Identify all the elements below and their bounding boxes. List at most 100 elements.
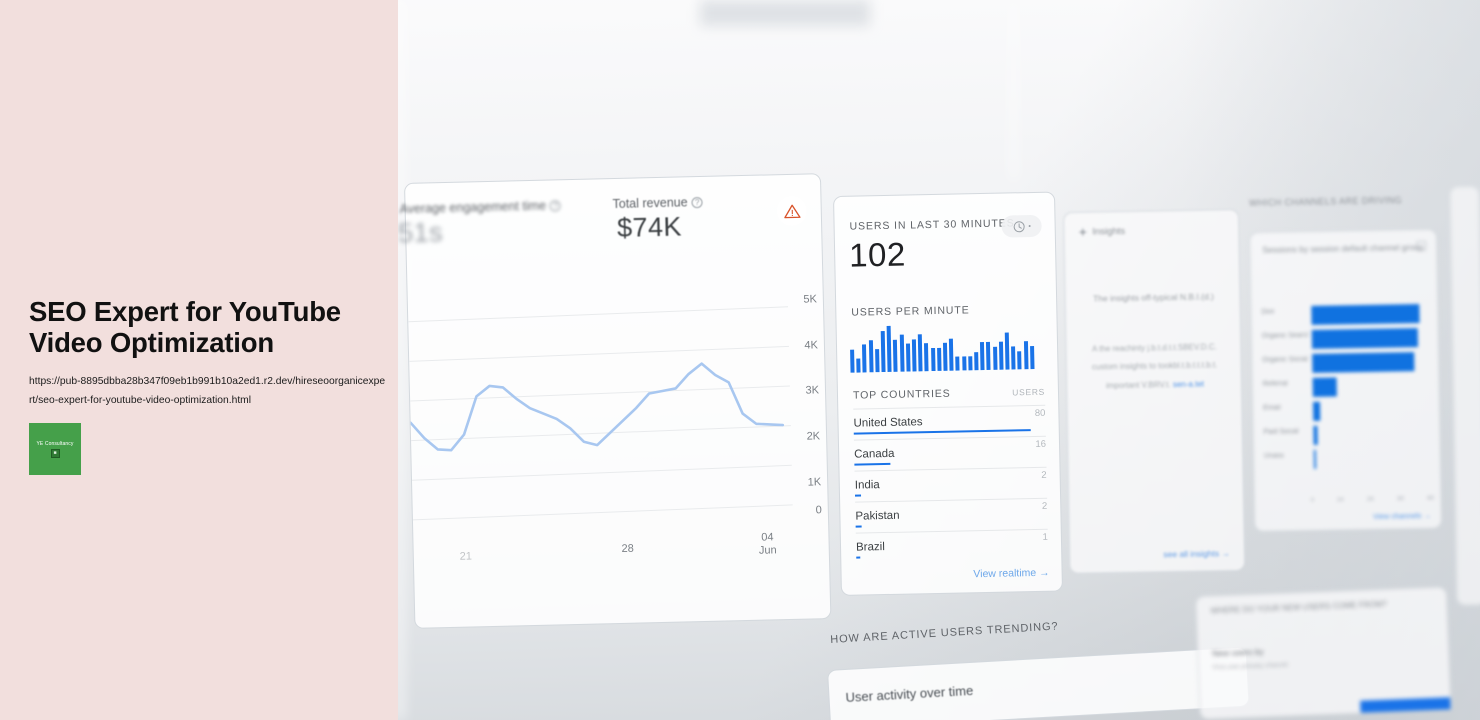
country-name: India [854, 479, 880, 492]
country-name: Canada [854, 447, 895, 461]
realtime-card: USERS IN LAST 30 MINUTES 102 USERS PER M… [833, 191, 1063, 596]
country-users-value: 80 [1034, 407, 1046, 419]
active-users-trending-heading: HOW ARE ACTIVE USERS TRENDING? [830, 620, 1059, 646]
engagement-label: Average engagement time? [399, 198, 562, 216]
right-edge-card [1449, 185, 1480, 606]
x-tick-28: 28 [621, 542, 634, 555]
realtime-chip[interactable] [1001, 214, 1042, 238]
top-countries-list: United States 80 Canada 16 India 2 Pakistan 2 Br… [853, 404, 1049, 564]
channel-bar [1313, 449, 1317, 469]
new-users-subtitle2: First user primary channel [1212, 661, 1288, 672]
channel-bars-title: Sessions by session default channel grou… [1262, 241, 1424, 255]
country-name: Pakistan [855, 509, 900, 523]
channel-bar-label: Paid Social [1263, 428, 1299, 436]
users-per-minute-caption: USERS PER MINUTE [851, 304, 970, 319]
users-per-minute-bar [856, 358, 861, 373]
country-row[interactable]: India 2 [854, 466, 1048, 502]
users-per-minute-bar [968, 356, 973, 371]
y-tick-2k: 2K [806, 430, 821, 443]
channel-bars-link[interactable]: View channels → [1373, 511, 1431, 521]
users-per-minute-bar [986, 342, 991, 370]
channel-bar-row: Organic Social [1262, 350, 1428, 377]
channel-bar-label: Dire [1261, 308, 1275, 316]
y-tick-0: 0 [815, 504, 822, 517]
y-tick-1k: 1K [807, 476, 822, 489]
channel-bar [1311, 328, 1418, 349]
country-bar [854, 462, 891, 466]
y-tick-3k: 3K [805, 384, 820, 397]
users-per-minute-bar [911, 339, 917, 372]
top-countries-header: TOP COUNTRIES USERS [853, 386, 1045, 402]
users-per-minute-bar [949, 338, 954, 371]
users-per-minute-bar [862, 344, 867, 373]
users-per-minute-bar [961, 356, 967, 371]
insights-footer-link[interactable]: see all insights → [1163, 548, 1230, 559]
channel-bar [1312, 401, 1321, 421]
users-per-minute-bar [998, 342, 1004, 370]
country-users-value: 1 [1042, 531, 1049, 543]
country-row[interactable]: United States 80 [853, 404, 1046, 440]
alert-button[interactable] [776, 195, 808, 227]
screen-top-band [700, 0, 870, 26]
channel-axis-tick: 1K [1336, 496, 1345, 504]
channel-bar-row: Dire [1261, 302, 1427, 329]
channel-bar [1313, 425, 1319, 445]
channel-axis-tick: 3K [1396, 495, 1405, 503]
new-users-card: WHERE DO YOUR NEW USERS COME FROM? New u… [1195, 586, 1452, 720]
user-activity-title: User activity over time [845, 682, 974, 705]
channel-bar-row: Unass [1264, 446, 1430, 473]
users-per-minute-bar [980, 342, 985, 371]
users-per-minute-bar [942, 343, 948, 371]
sparkle-icon [1078, 227, 1088, 237]
insights-card: Insights The insights off-typical N.B.I.… [1063, 208, 1246, 574]
insights-subtext: A the reachinty j.b.t.d.t.t.SBEV.D.C. cu… [1082, 338, 1227, 396]
x-tick-21: 21 [459, 550, 473, 563]
users-per-minute-bar [868, 340, 874, 373]
users-per-minute-bar [880, 330, 886, 373]
channel-bar-label: Referral [1262, 380, 1288, 388]
users-per-minute-bar [992, 346, 998, 370]
logo-mark-icon: ■ [50, 448, 60, 458]
panel-seam [1010, 0, 1017, 180]
gear-icon[interactable] [1416, 240, 1427, 252]
screenshot-stage: Average engagement time? 51s Total reven… [0, 0, 1480, 720]
channel-bar [1312, 352, 1415, 373]
users-per-minute-bar [1029, 345, 1035, 370]
users-per-minute-bar [893, 339, 898, 372]
channel-bar-label: Organic Search [1261, 331, 1308, 340]
channel-bars-card: Sessions by session default channel grou… [1249, 228, 1443, 532]
country-row[interactable]: Pakistan 2 [855, 497, 1048, 533]
warning-triangle-icon [783, 204, 801, 218]
channels-section-heading: WHICH CHANNELS ARE DRIVING [1249, 195, 1403, 208]
users-per-minute-bar [1023, 341, 1029, 370]
revenue-value: $74K [616, 211, 683, 243]
view-realtime-link[interactable]: View realtime → [973, 567, 1049, 581]
info-icon[interactable]: ? [691, 196, 703, 209]
users-per-minute-bar [936, 347, 942, 371]
insights-inline-link[interactable]: sen-a.tet [1173, 379, 1204, 389]
new-users-title: WHERE DO YOUR NEW USERS COME FROM? [1210, 599, 1387, 616]
channel-bar-label: Unass [1263, 452, 1284, 460]
country-row[interactable]: Brazil 1 [855, 528, 1049, 564]
x-tick-04-jun: 04 Jun [758, 531, 777, 557]
channel-bars-area: Dire Organic Search Organic Social Referral… [1261, 302, 1430, 487]
users-per-minute-bar [886, 325, 892, 372]
users-per-minute-bar [874, 349, 880, 373]
info-icon[interactable]: ? [549, 200, 562, 212]
users-per-minute-bar [1004, 332, 1010, 370]
channel-bars-axis: 0 1K 2K 3K 4K [1311, 495, 1435, 504]
engagement-value: 51s [397, 217, 444, 249]
channel-bar-row: Email [1263, 398, 1429, 425]
insights-header: Insights [1078, 226, 1125, 238]
users-last-30-value: 102 [848, 235, 907, 274]
channel-bar-row: Paid Social [1263, 422, 1429, 449]
country-bar [856, 556, 861, 559]
users-per-minute-bar [1011, 346, 1016, 370]
country-bar [855, 525, 862, 528]
channel-axis-tick: 2K [1366, 495, 1375, 503]
channel-axis-tick: 4K [1426, 494, 1435, 502]
left-info-panel: SEO Expert for YouTube Video Optimizatio… [0, 0, 398, 720]
channel-bar-label: Email [1263, 404, 1281, 412]
channel-axis-tick: 0 [1310, 496, 1315, 504]
country-row[interactable]: Canada 16 [853, 435, 1047, 471]
